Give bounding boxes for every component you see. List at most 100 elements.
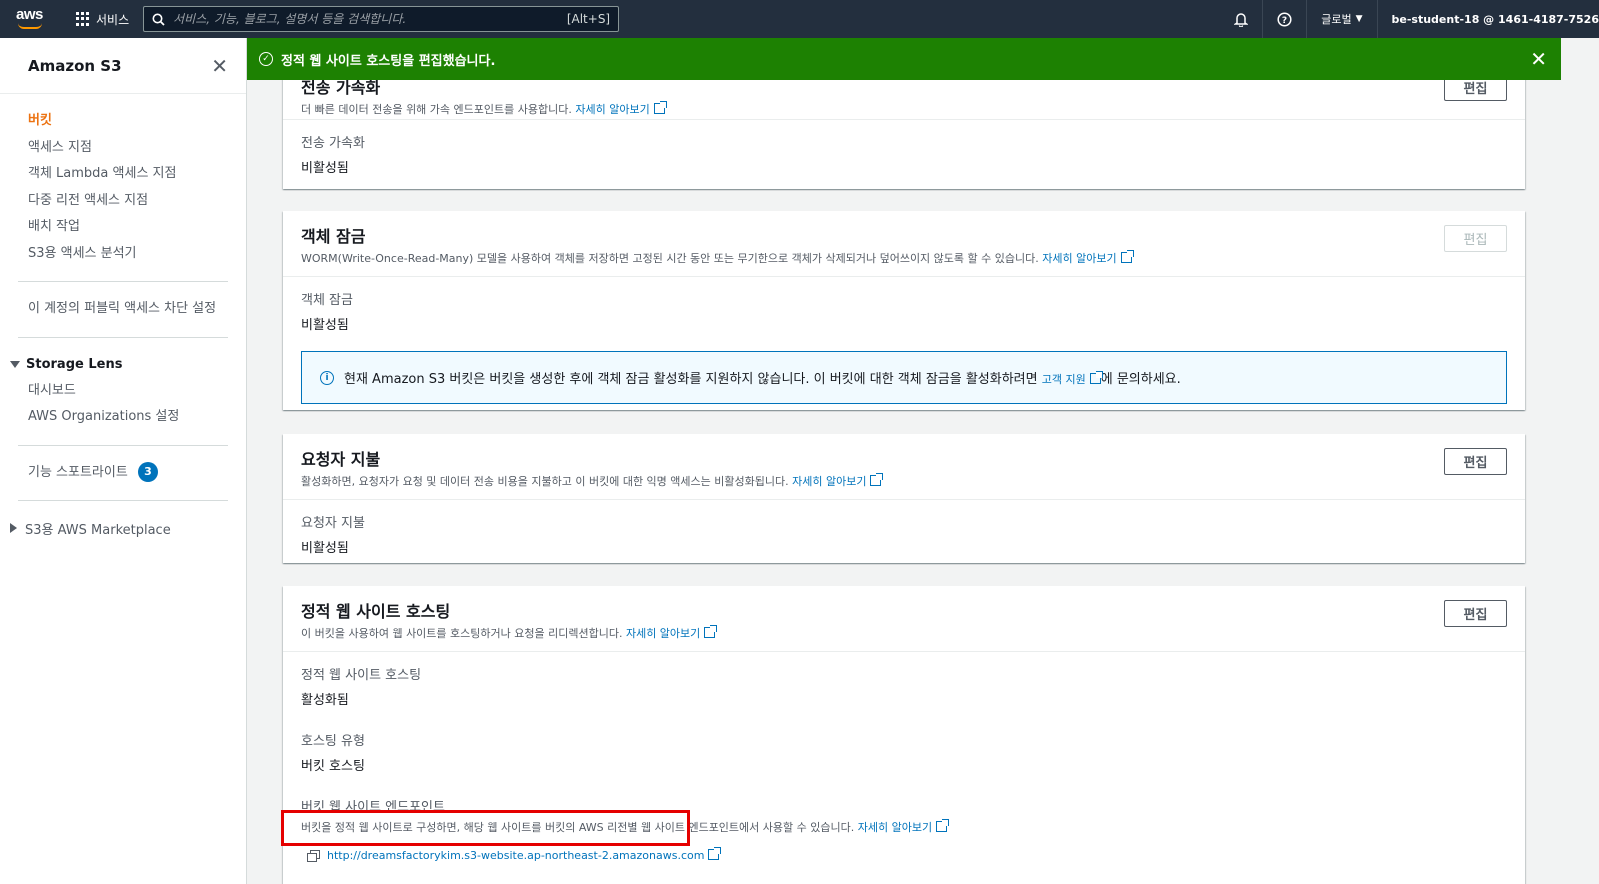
card-header: 객체 잠금 WORM(Write-Once-Read-Many) 모델을 사용하… <box>283 211 1525 277</box>
learn-more-link[interactable]: 자세히 알아보기 <box>792 473 884 488</box>
search-input[interactable] <box>173 12 567 26</box>
customer-support-link[interactable]: 고객 지원 <box>1042 371 1103 386</box>
success-flashbar: ✓ 정적 웹 사이트 호스팅을 편집했습니다. ✕ <box>247 38 1561 80</box>
caret-down-icon <box>10 361 20 368</box>
sidebar-item-access-analyzer[interactable]: S3용 액세스 분석기 <box>0 241 246 268</box>
services-menu-button[interactable]: 서비스 <box>76 11 129 28</box>
sidebar-item-buckets[interactable]: 버킷 <box>0 108 246 135</box>
field-label: 전송 가속화 <box>301 136 365 151</box>
search-icon <box>152 13 165 26</box>
sidebar-item-dashboards[interactable]: 대시보드 <box>0 378 246 405</box>
endpoint-url-link[interactable]: http://dreamsfactorykim.s3-website.ap-no… <box>327 847 722 862</box>
field-label: 호스팅 유형 <box>301 734 365 749</box>
learn-more-link[interactable]: 자세히 알아보기 <box>1042 250 1134 265</box>
info-message: 현재 Amazon S3 버킷은 버킷을 생성한 후에 객체 잠금 활성화를 지… <box>344 371 1181 387</box>
external-link-icon <box>1120 250 1134 263</box>
aws-logo[interactable]: aws <box>16 6 46 32</box>
svg-text:?: ? <box>1282 16 1287 26</box>
edit-button[interactable]: 편집 <box>1444 448 1507 475</box>
field-label: 요청자 지불 <box>301 516 365 531</box>
close-icon[interactable]: ✕ <box>211 54 228 78</box>
account-menu[interactable]: be-student-18 @ 1461-4187-7526 <box>1378 13 1599 26</box>
field-value: 버킷 호스팅 <box>301 759 365 774</box>
card-header: 요청자 지불 활성화하면, 요청자가 요청 및 데이터 전송 비용을 지불하고 … <box>283 434 1525 500</box>
divider <box>18 500 228 501</box>
field-value: 비활성됨 <box>301 541 349 556</box>
search-shortcut: [Alt+S] <box>566 12 611 26</box>
field-value: 활성화됨 <box>301 693 349 708</box>
field-value: 비활성됨 <box>301 161 349 176</box>
storage-lens-title: Storage Lens <box>26 357 123 372</box>
sidebar-item-multi-region[interactable]: 다중 리전 액세스 지점 <box>0 188 246 215</box>
sidebar-item-access-points[interactable]: 액세스 지점 <box>0 135 246 162</box>
sidebar-item-feature-spotlight[interactable]: 기능 스포트라이트 3 <box>0 460 246 487</box>
feature-spotlight-label: 기능 스포트라이트 <box>28 464 128 480</box>
field-label: 객체 잠금 <box>301 293 353 308</box>
region-selector[interactable]: 글로벌 ▼ <box>1307 0 1378 38</box>
edit-button[interactable]: 편집 <box>1444 600 1507 627</box>
info-icon: i <box>320 370 334 385</box>
storage-lens-toggle[interactable]: Storage Lens <box>0 352 246 378</box>
success-check-icon: ✓ <box>259 52 273 66</box>
region-label: 글로벌 <box>1321 13 1352 26</box>
card-title: 객체 잠금 <box>301 227 366 246</box>
card-body: 객체 잠금 비활성됨 i 현재 Amazon S3 버킷은 버킷을 생성한 후에… <box>283 277 1525 418</box>
bell-icon <box>1233 12 1248 27</box>
edit-button[interactable]: 편집 <box>1444 225 1507 252</box>
learn-more-link[interactable]: 자세히 알아보기 <box>858 819 950 834</box>
endpoint-row: http://dreamsfactorykim.s3-website.ap-no… <box>301 847 1507 862</box>
copy-icon[interactable] <box>307 850 320 862</box>
dismiss-icon[interactable]: ✕ <box>1530 47 1547 71</box>
learn-more-link[interactable]: 자세히 알아보기 <box>626 625 718 640</box>
card-body: 정적 웹 사이트 호스팅 활성화됨 호스팅 유형 버킷 호스팅 버킷 웹 사이트… <box>283 652 1525 876</box>
external-link-icon <box>708 847 722 860</box>
object-lock-card: 객체 잠금 WORM(Write-Once-Read-Many) 모델을 사용하… <box>283 211 1525 410</box>
marketplace-toggle[interactable]: S3용 AWS Marketplace <box>0 515 246 541</box>
sidebar-item-batch-operations[interactable]: 배치 작업 <box>0 214 246 241</box>
card-header: 정적 웹 사이트 호스팅 이 버킷을 사용하여 웹 사이트를 호스팅하거나 요청… <box>283 586 1525 652</box>
nav-right: ? 글로벌 ▼ be-student-18 @ 1461-4187-7526 <box>1219 0 1599 38</box>
notification-badge: 3 <box>137 462 158 482</box>
static-website-hosting-card: 정적 웹 사이트 호스팅 이 버킷을 사용하여 웹 사이트를 호스팅하거나 요청… <box>283 586 1525 884</box>
info-alert: i 현재 Amazon S3 버킷은 버킷을 생성한 후에 객체 잠금 활성화를… <box>301 351 1507 404</box>
sidebar-header: Amazon S3 ✕ <box>0 38 246 94</box>
external-link-icon <box>936 819 950 832</box>
sidebar-item-object-lambda[interactable]: 객체 Lambda 액세스 지점 <box>0 161 246 188</box>
external-link-icon <box>870 473 884 486</box>
external-link-icon <box>704 625 718 638</box>
endpoint-description: 버킷을 정적 웹 사이트로 구성하면, 해당 웹 사이트를 버킷의 AWS 리전… <box>301 819 1507 835</box>
main-content: 전송 가속화 더 빠른 데이터 전송을 위해 가속 엔드포인트를 사용합니다. … <box>247 38 1599 884</box>
card-title: 요청자 지불 <box>301 450 381 469</box>
card-body: 전송 가속화 비활성됨 <box>283 120 1525 190</box>
services-label: 서비스 <box>96 12 130 27</box>
sidebar: Amazon S3 ✕ 버킷 액세스 지점 객체 Lambda 액세스 지점 다… <box>0 38 247 884</box>
hosting-status-field: 정적 웹 사이트 호스팅 활성화됨 <box>301 664 1507 708</box>
sidebar-title: Amazon S3 <box>28 56 122 75</box>
card-title: 정적 웹 사이트 호스팅 <box>301 602 451 621</box>
help-icon: ? <box>1277 11 1292 27</box>
sidebar-item-block-public-access[interactable]: 이 계정의 퍼블릭 액세스 차단 설정 <box>0 296 246 323</box>
grid-icon <box>76 12 90 26</box>
top-navigation: aws 서비스 [Alt+S] ? 글로벌 ▼ be-student-18 @ … <box>0 0 1599 38</box>
caret-down-icon: ▼ <box>1355 14 1363 24</box>
sidebar-item-organizations[interactable]: AWS Organizations 설정 <box>0 404 246 431</box>
notifications-button[interactable] <box>1219 0 1264 38</box>
search-box[interactable]: [Alt+S] <box>143 6 620 32</box>
card-description: 활성화하면, 요청자가 요청 및 데이터 전송 비용을 지불하고 이 버킷에 대… <box>301 473 1507 489</box>
external-link-icon <box>1089 371 1103 384</box>
endpoint-field: 버킷 웹 사이트 엔드포인트 버킷을 정적 웹 사이트로 구성하면, 해당 웹 … <box>301 796 1507 862</box>
aws-smile-icon <box>18 23 42 29</box>
card-description: 더 빠른 데이터 전송을 위해 가속 엔드포인트를 사용합니다. 자세히 알아보… <box>301 101 1507 117</box>
card-description: WORM(Write-Once-Read-Many) 모델을 사용하여 객체를 … <box>301 250 1507 266</box>
learn-more-link[interactable]: 자세히 알아보기 <box>575 101 667 116</box>
requester-pays-card: 요청자 지불 활성화하면, 요청자가 요청 및 데이터 전송 비용을 지불하고 … <box>283 434 1525 563</box>
flash-message: 정적 웹 사이트 호스팅을 편집했습니다. <box>281 53 496 69</box>
divider <box>18 336 228 338</box>
marketplace-label: S3용 AWS Marketplace <box>25 522 171 538</box>
sidebar-nav: 버킷 액세스 지점 객체 Lambda 액세스 지점 다중 리전 액세스 지점 … <box>0 94 246 541</box>
help-button[interactable]: ? <box>1263 0 1308 38</box>
caret-right-icon <box>10 523 17 533</box>
transfer-acceleration-card: 전송 가속화 더 빠른 데이터 전송을 위해 가속 엔드포인트를 사용합니다. … <box>283 66 1525 189</box>
field-label: 정적 웹 사이트 호스팅 <box>301 668 422 683</box>
hosting-type-field: 호스팅 유형 버킷 호스팅 <box>301 730 1507 774</box>
